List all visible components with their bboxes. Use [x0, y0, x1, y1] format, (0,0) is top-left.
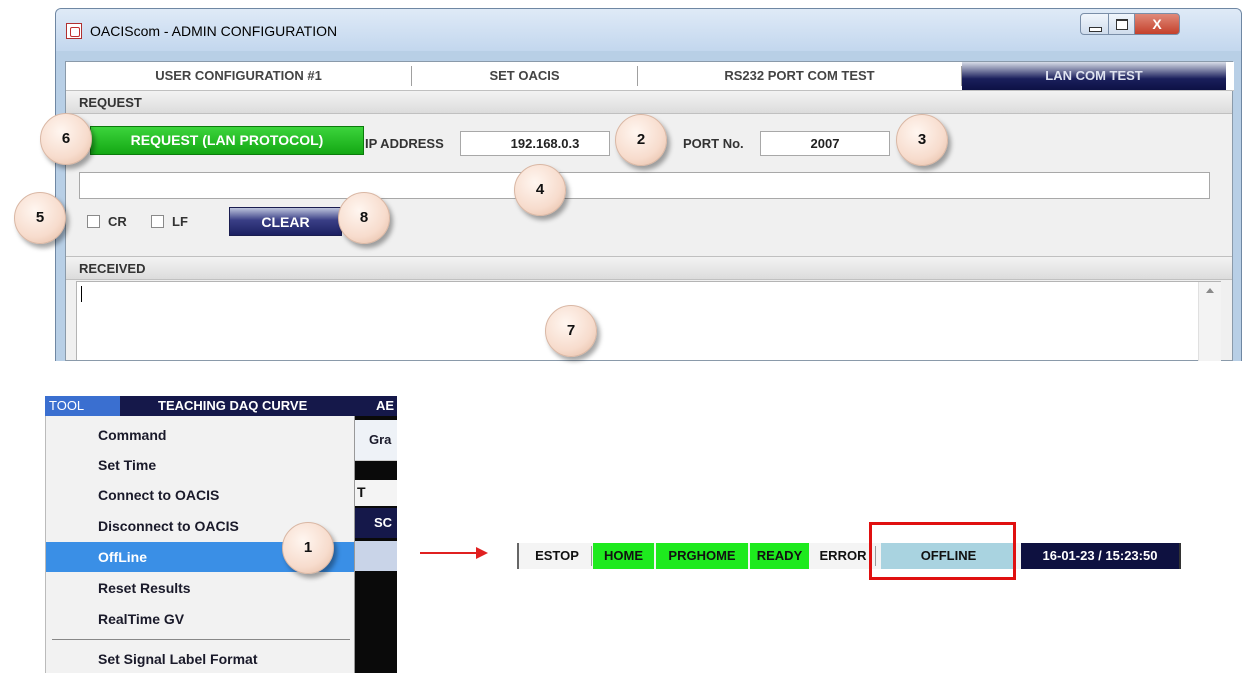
callout-3: 3	[896, 114, 948, 166]
status-separator	[591, 546, 592, 566]
background-selected-row	[355, 541, 397, 571]
tab-user-configuration[interactable]: USER CONFIGURATION #1	[66, 62, 411, 90]
menu-item-command[interactable]: Command	[46, 420, 354, 450]
menu-item-set-time[interactable]: Set Time	[46, 450, 354, 480]
menu-about-fragment[interactable]: AE	[376, 396, 397, 416]
tab-bar: USER CONFIGURATION #1 SET OACIS RS232 PO…	[66, 62, 1234, 91]
maximize-icon[interactable]	[1108, 13, 1135, 35]
callout-5: 5	[14, 192, 66, 244]
callout-2: 2	[615, 114, 667, 166]
window-title: OACIScom - ADMIN CONFIGURATION	[90, 23, 338, 39]
request-lan-protocol-button[interactable]: REQUEST (LAN PROTOCOL)	[90, 126, 364, 155]
ip-address-field[interactable]: 192.168.0.3	[460, 131, 610, 156]
status-estop: ESTOP	[535, 548, 579, 563]
scroll-up-arrow-icon[interactable]	[1206, 288, 1214, 293]
background-sc-fragment: SC	[374, 515, 393, 530]
tab-lan-com-test[interactable]: LAN COM TEST	[962, 62, 1226, 90]
background-dark-cell: SC	[355, 508, 397, 538]
status-home: HOME	[593, 543, 654, 569]
status-prghome: PRGHOME	[656, 543, 748, 569]
status-datetime: 16-01-23 / 15:23:50	[1021, 543, 1179, 569]
red-arrow-head-icon	[476, 547, 488, 559]
command-input[interactable]	[79, 172, 1210, 199]
received-section-header: RECEIVED	[66, 256, 1232, 280]
cr-label: CR	[108, 214, 127, 229]
lf-label: LF	[172, 214, 188, 229]
menu-tool[interactable]: TOOL	[45, 396, 120, 416]
close-icon[interactable]: X	[1134, 13, 1180, 35]
background-header-cell: T	[355, 480, 397, 506]
offline-highlight-box	[869, 522, 1016, 580]
menu-item-realtime-gv[interactable]: RealTime GV	[46, 604, 354, 634]
callout-4: 4	[514, 164, 566, 216]
ip-address-label: IP ADDRESS	[365, 136, 444, 151]
lf-checkbox[interactable]	[151, 215, 164, 228]
title-bar[interactable]: OACIScom - ADMIN CONFIGURATION X	[56, 9, 1241, 51]
tab-set-oacis[interactable]: SET OACIS	[412, 62, 637, 90]
menu-item-set-signal-label-format[interactable]: Set Signal Label Format	[46, 644, 354, 674]
tab-rs232-port-com-test[interactable]: RS232 PORT COM TEST	[638, 62, 961, 90]
menu-teaching-daq-curve[interactable]: TEACHING DAQ CURVE	[158, 396, 307, 416]
menu-separator	[52, 639, 350, 640]
minimize-icon[interactable]	[1080, 13, 1109, 35]
port-number-field[interactable]: 2007	[760, 131, 890, 156]
port-number-label: PORT No.	[683, 136, 744, 151]
status-error: ERROR	[819, 548, 867, 563]
app-icon	[66, 23, 82, 39]
background-graph-fragment: Gra	[369, 432, 392, 447]
received-text-area[interactable]	[76, 281, 1221, 361]
vertical-scrollbar[interactable]	[1198, 282, 1221, 361]
background-toolbar: Gra	[355, 420, 397, 461]
callout-7: 7	[545, 305, 597, 357]
callout-1: 1	[282, 522, 334, 574]
menu-item-connect-to-oacis[interactable]: Connect to OACIS	[46, 480, 354, 510]
menu-item-reset-results[interactable]: Reset Results	[46, 573, 354, 603]
cr-checkbox[interactable]	[87, 215, 100, 228]
background-t-fragment: T	[357, 484, 366, 500]
callout-8: 8	[338, 192, 390, 244]
clear-button[interactable]: CLEAR	[229, 207, 342, 236]
status-ready: READY	[750, 543, 809, 569]
status-bar: ESTOP HOME PRGHOME READY ERROR OFFLINE 1…	[517, 543, 1181, 569]
request-section-header: REQUEST	[66, 90, 1232, 114]
red-arrow	[420, 552, 480, 554]
callout-6: 6	[40, 113, 92, 165]
text-caret	[81, 286, 82, 302]
